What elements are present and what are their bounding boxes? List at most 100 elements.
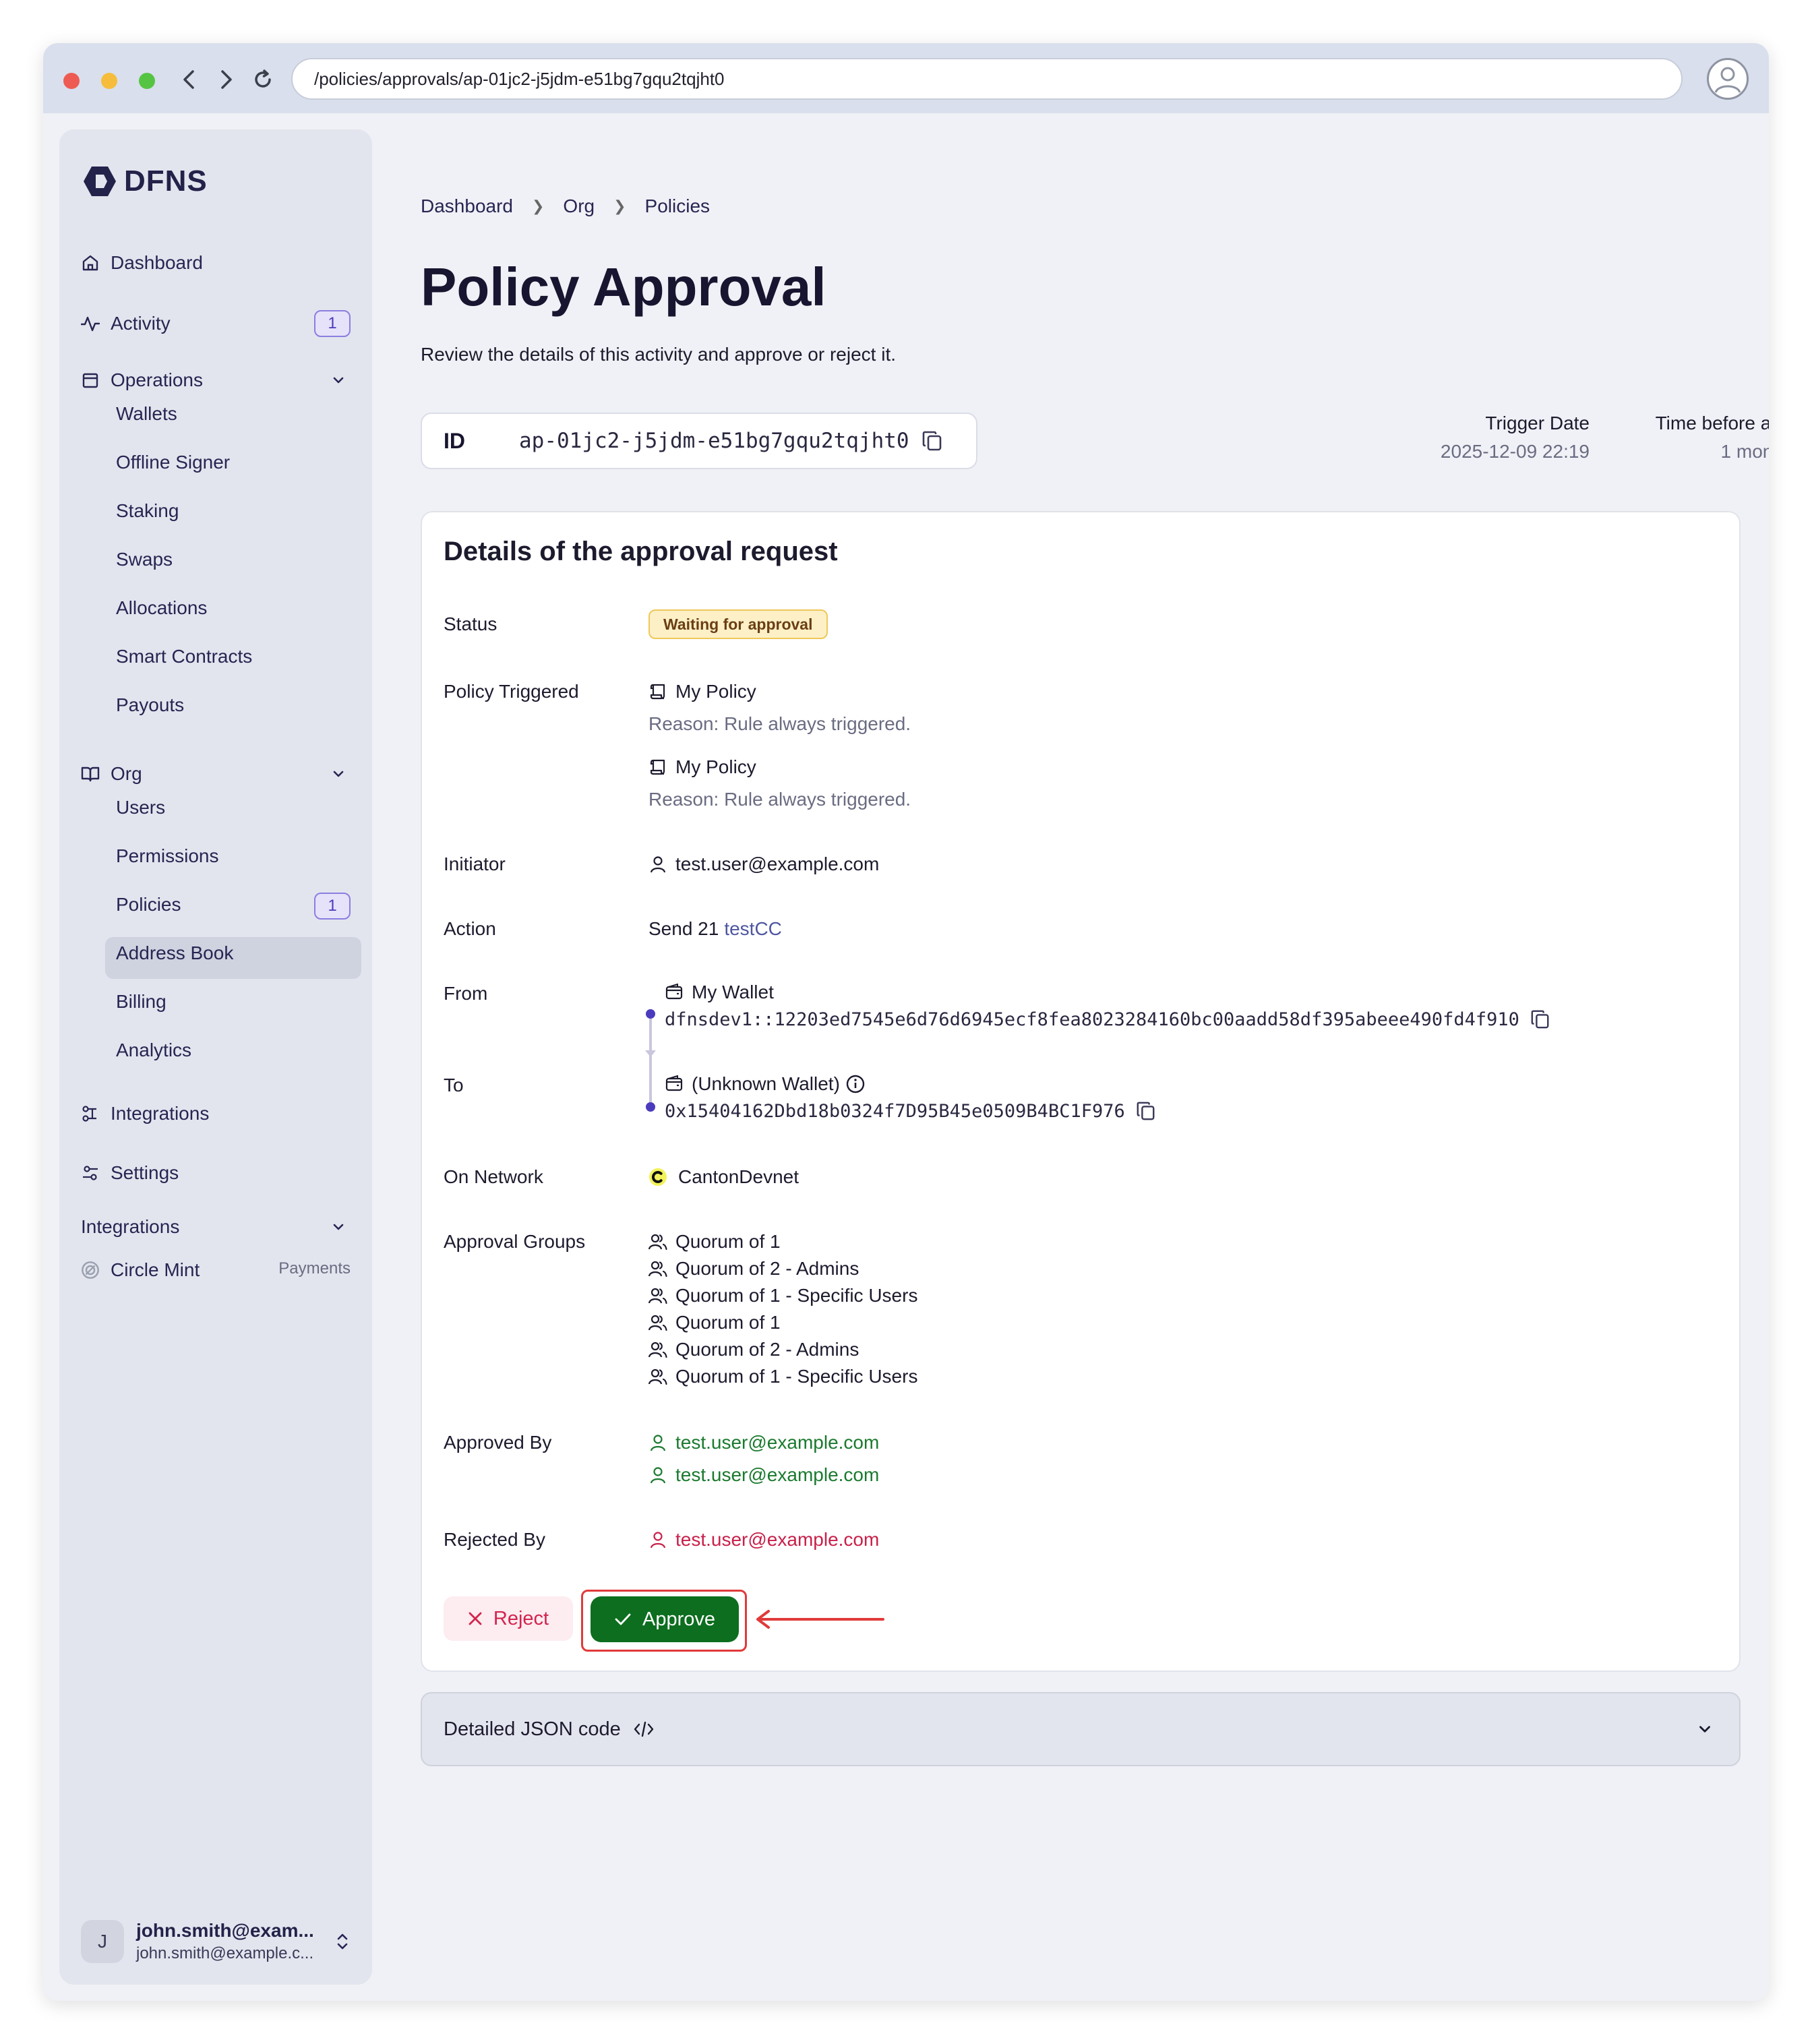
- payments-tag: Payments: [278, 1259, 351, 1278]
- sidebar-item-payouts[interactable]: Payouts: [116, 692, 184, 719]
- network-name: CantonDevnet: [678, 1166, 799, 1187]
- breadcrumb-policies[interactable]: Policies: [645, 196, 710, 217]
- close-window-dot[interactable]: [63, 73, 80, 89]
- reload-icon[interactable]: [247, 63, 279, 96]
- policy-link[interactable]: My Policy: [648, 681, 756, 702]
- info-icon[interactable]: [845, 1074, 866, 1094]
- approve-button[interactable]: Approve: [591, 1596, 739, 1642]
- approval-group-item: Quorum of 2 - Admins: [648, 1258, 859, 1280]
- policy-name: My Policy: [675, 756, 756, 777]
- profile-icon[interactable]: [1707, 58, 1749, 100]
- sidebar-section-org[interactable]: Org: [81, 759, 142, 789]
- auto-reject-time: Time before auto-reject 1 month 2 days: [1499, 413, 1769, 462]
- approver-email: test.user@example.com: [675, 1464, 880, 1485]
- reject-button-label: Reject: [493, 1607, 549, 1629]
- users-icon: [648, 1367, 667, 1386]
- approval-group-name: Quorum of 2 - Admins: [675, 1258, 859, 1279]
- chevron-down-icon[interactable]: [330, 766, 346, 782]
- wallet-icon: [665, 983, 684, 1002]
- page-title: Policy Approval: [421, 257, 826, 317]
- user-icon: [648, 1433, 667, 1452]
- chevron-down-icon[interactable]: [330, 372, 346, 388]
- policy-reason: Reason: Rule always triggered.: [648, 713, 911, 734]
- action-label: Action: [444, 918, 496, 939]
- sidebar-item-billing[interactable]: Billing: [116, 988, 167, 1015]
- sidebar-item-activity[interactable]: Activity: [81, 309, 351, 338]
- copy-icon[interactable]: [922, 429, 943, 452]
- reject-button[interactable]: Reject: [444, 1596, 573, 1641]
- chevron-down-icon[interactable]: [330, 1219, 346, 1235]
- approval-details-card: Details of the approval request Status W…: [421, 511, 1741, 1672]
- initiator-email: test.user@example.com: [675, 853, 880, 874]
- user-menu[interactable]: J john.smith@exam... john.smith@example.…: [81, 1917, 351, 1966]
- rejecter: test.user@example.com: [648, 1529, 879, 1551]
- address-bar[interactable]: /policies/approvals/ap-01jc2-j5jdm-e51bg…: [291, 58, 1683, 100]
- code-icon: [634, 1721, 653, 1737]
- sidebar-item-smart-contracts[interactable]: Smart Contracts: [116, 643, 252, 670]
- sidebar-item-users[interactable]: Users: [116, 794, 165, 821]
- approval-group-name: Quorum of 1 - Specific Users: [675, 1285, 918, 1306]
- users-icon: [648, 1340, 667, 1359]
- from-wallet[interactable]: My Wallet: [665, 982, 774, 1003]
- dfns-logo[interactable]: DFNS: [82, 164, 208, 198]
- annotation-arrow-icon: [756, 1610, 884, 1629]
- to-wallet[interactable]: (Unknown Wallet): [665, 1073, 866, 1095]
- url-text: /policies/approvals/ap-01jc2-j5jdm-e51bg…: [314, 68, 725, 89]
- policy-triggered-label: Policy Triggered: [444, 681, 579, 702]
- to-address-row: 0x15404162Dbd18b0324f7D95B45e0509B4BC1F9…: [665, 1100, 1156, 1122]
- sidebar-item-label: Integrations: [111, 1103, 210, 1124]
- breadcrumb-org[interactable]: Org: [563, 196, 595, 217]
- sidebar-item-permissions[interactable]: Permissions: [116, 843, 218, 870]
- status-label: Status: [444, 613, 497, 634]
- scroll-icon: [648, 682, 667, 701]
- copy-icon[interactable]: [1530, 1009, 1550, 1030]
- users-icon: [648, 1232, 667, 1251]
- sidebar-item-wallets[interactable]: Wallets: [116, 400, 177, 427]
- sidebar-section-label: Org: [111, 763, 142, 784]
- sidebar-item-offline-signer[interactable]: Offline Signer: [116, 449, 230, 476]
- sidebar-item-circle-mint[interactable]: Circle Mint: [81, 1255, 200, 1285]
- sidebar-section-integrations[interactable]: Integrations: [81, 1212, 179, 1242]
- circle-mint-icon: [81, 1261, 100, 1280]
- sidebar-item-integrations[interactable]: Integrations: [81, 1099, 209, 1129]
- status-badge: Waiting for approval: [648, 609, 828, 639]
- approve-button-label: Approve: [642, 1608, 715, 1630]
- breadcrumb-dashboard[interactable]: Dashboard: [421, 196, 513, 217]
- sidebar-item-label: Activity: [111, 313, 171, 334]
- action-token: testCC: [724, 918, 782, 939]
- policy-link[interactable]: My Policy: [648, 756, 756, 778]
- json-code-accordion[interactable]: Detailed JSON code: [421, 1692, 1741, 1766]
- sidebar-item-address-book[interactable]: Address Book: [116, 940, 233, 967]
- approval-group-item: Quorum of 1: [648, 1312, 781, 1333]
- settings-sliders-icon: [81, 1164, 100, 1182]
- user-icon: [648, 1466, 667, 1484]
- forward-icon[interactable]: [210, 63, 243, 96]
- sidebar-item-settings[interactable]: Settings: [81, 1158, 179, 1188]
- maximize-window-dot[interactable]: [139, 73, 155, 89]
- sidebar-item-staking[interactable]: Staking: [116, 498, 179, 524]
- sidebar-item-label: Dashboard: [111, 252, 203, 273]
- rejecter-email: test.user@example.com: [675, 1529, 880, 1550]
- approval-group-name: Quorum of 1: [675, 1231, 781, 1252]
- sidebar-item-swaps[interactable]: Swaps: [116, 546, 173, 573]
- sidebar-item-allocations[interactable]: Allocations: [116, 595, 207, 622]
- approval-group-name: Quorum of 1 - Specific Users: [675, 1366, 918, 1387]
- integrations-icon: [81, 1104, 100, 1123]
- sidebar-item-dashboard[interactable]: Dashboard: [81, 248, 203, 278]
- minimize-window-dot[interactable]: [101, 73, 117, 89]
- network-value: CantonDevnet: [648, 1166, 799, 1188]
- approval-group-item: Quorum of 1: [648, 1231, 781, 1253]
- home-icon: [81, 253, 100, 272]
- sidebar-item-policies[interactable]: Policies: [116, 891, 181, 918]
- operations-icon: [81, 371, 100, 390]
- users-icon: [648, 1286, 667, 1305]
- sidebar-item-analytics[interactable]: Analytics: [116, 1037, 191, 1064]
- users-icon: [648, 1259, 667, 1278]
- auto-reject-value: 1 month 2 days: [1720, 441, 1769, 462]
- breadcrumb: Dashboard ❯ Org ❯ Policies: [421, 196, 710, 217]
- back-icon[interactable]: [173, 63, 205, 96]
- copy-icon[interactable]: [1136, 1100, 1156, 1122]
- from-label: From: [444, 983, 488, 1004]
- sidebar-section-operations[interactable]: Operations: [81, 365, 203, 395]
- scroll-icon: [648, 758, 667, 777]
